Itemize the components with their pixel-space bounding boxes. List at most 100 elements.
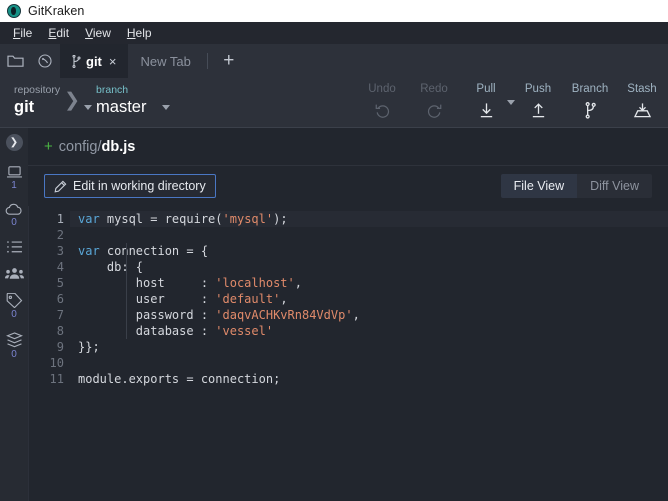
tab-git[interactable]: git × (60, 44, 129, 78)
tab-diff-view[interactable]: Diff View (577, 174, 652, 198)
sidebar-item-tags[interactable]: 0 (6, 293, 23, 320)
tags-count: 0 (11, 309, 17, 320)
branch-value: master (96, 98, 147, 116)
chevron-down-icon[interactable] (162, 105, 171, 110)
code-line[interactable]: var connection = { (70, 243, 668, 259)
line-number: 1 (56, 212, 64, 226)
repository-selector[interactable]: repository git (0, 78, 92, 117)
branch-icon (583, 100, 598, 120)
sidebar-item-team[interactable] (4, 267, 24, 281)
window-titlebar: GitKraken (0, 0, 668, 22)
menu-item-file[interactable]: File (6, 24, 39, 42)
sidebar-item-remote[interactable]: 0 (5, 203, 23, 228)
close-icon[interactable]: × (109, 54, 117, 69)
code-token: connection = { (99, 244, 209, 258)
left-sidebar: ❯ 1 0 0 0 (0, 128, 28, 501)
code-line[interactable]: }}; (70, 339, 668, 355)
folder-icon[interactable] (0, 44, 30, 78)
undo-label: Undo (368, 83, 396, 95)
globe-icon[interactable] (30, 44, 60, 78)
code-line[interactable]: host : 'localhost', (70, 275, 668, 291)
push-icon (530, 100, 547, 120)
code-token: module.exports = connection; (78, 372, 281, 386)
sidebar-expand-toggle[interactable]: ❯ (5, 134, 23, 151)
push-button[interactable]: Push (512, 78, 564, 120)
code-line[interactable]: var mysql = require('mysql'); (70, 211, 668, 227)
code-line[interactable]: password : 'daqvACHKvRn84VdVp', (70, 307, 668, 323)
sidebar-item-pull-requests[interactable] (6, 240, 23, 255)
code-token: 'mysql' (222, 212, 274, 226)
menu-item-edit[interactable]: Edit (41, 24, 76, 42)
file-action-bar: Edit in working directory File View Diff… (28, 166, 668, 206)
view-mode-toggle: File View Diff View (500, 174, 652, 198)
branch-selector[interactable]: branch master (82, 78, 171, 117)
code-token: ); (273, 212, 288, 226)
line-number: 6 (56, 292, 64, 306)
edit-button-label: Edit in working directory (73, 179, 206, 193)
line-number: 3 (56, 244, 64, 258)
tag-icon (6, 293, 23, 308)
menu-item-help[interactable]: Help (120, 24, 159, 42)
code-token: 'localhost' (215, 276, 295, 290)
file-detail-pane: + config/ db.js Edit in working director… (28, 128, 668, 501)
branch-button[interactable]: Branch (564, 78, 616, 120)
line-number: 7 (56, 308, 64, 322)
menu-item-view[interactable]: View (78, 24, 118, 42)
branch-icon (72, 54, 81, 68)
remote-count: 0 (11, 217, 17, 228)
line-number: 10 (49, 356, 64, 370)
code-token: }}; (78, 340, 100, 354)
line-number: 4 (56, 260, 64, 274)
code-line[interactable]: database : 'vessel' (70, 323, 668, 339)
code-token: db: { (78, 260, 144, 274)
stashes-count: 0 (11, 349, 17, 360)
list-icon (6, 240, 23, 254)
code-editor[interactable]: 1 2 3 4 5 6 7 8 9 10 11 var mysql = require('mysql… (28, 206, 668, 501)
local-count: 1 (11, 180, 17, 191)
code-line[interactable]: db: { (70, 259, 668, 275)
redo-button[interactable]: Redo (408, 78, 460, 120)
code-token: host : (78, 276, 216, 290)
line-number: 2 (56, 228, 64, 242)
people-icon (4, 267, 24, 280)
local-repo-icon (6, 165, 23, 179)
code-token: user : (78, 292, 216, 306)
undo-button[interactable]: Undo (356, 78, 408, 120)
pull-label: Pull (476, 83, 496, 95)
code-token: var (78, 244, 100, 258)
window-title: GitKraken (28, 4, 85, 18)
code-line[interactable]: user : 'default', (70, 291, 668, 307)
stash-stack-icon (5, 332, 23, 348)
chevron-right-icon: ❯ (64, 90, 81, 111)
code-token: mysql = require( (99, 212, 223, 226)
tab-new[interactable]: New Tab (128, 44, 202, 78)
file-path-prefix: config/ (58, 138, 102, 155)
redo-icon (426, 100, 443, 120)
pencil-icon (54, 180, 67, 193)
stash-label: Stash (627, 83, 657, 95)
code-token: 'vessel' (215, 324, 274, 338)
stash-button[interactable]: Stash (616, 78, 668, 120)
code-token: 'daqvACHKvRn84VdVp' (215, 308, 353, 322)
tab-strip: git × New Tab + (0, 44, 668, 78)
tab-file-view[interactable]: File View (500, 174, 578, 198)
code-line[interactable] (70, 355, 668, 371)
pull-button[interactable]: Pull (460, 78, 515, 120)
toolbar-actions: Undo Redo Pull Push Branch Stash (356, 78, 668, 127)
edit-in-working-directory-button[interactable]: Edit in working directory (44, 174, 216, 198)
line-number-gutter: 1 2 3 4 5 6 7 8 9 10 11 (28, 206, 70, 501)
added-status-icon: + (44, 138, 53, 155)
code-token: password : (78, 308, 216, 322)
code-line[interactable] (70, 227, 668, 243)
line-number: 9 (56, 340, 64, 354)
code-content[interactable]: var mysql = require('mysql'); var connect… (70, 206, 668, 501)
remote-cloud-icon (5, 203, 23, 216)
stash-icon (633, 100, 652, 120)
repository-label: repository (14, 84, 61, 96)
sidebar-item-local[interactable]: 1 (6, 165, 23, 191)
branch-action-label: Branch (571, 83, 609, 95)
code-line[interactable]: module.exports = connection; (70, 371, 668, 387)
main-toolbar: repository git ❯ branch master Undo Redo… (0, 78, 668, 128)
sidebar-item-stashes[interactable]: 0 (5, 332, 23, 360)
add-tab-button[interactable]: + (212, 44, 246, 78)
